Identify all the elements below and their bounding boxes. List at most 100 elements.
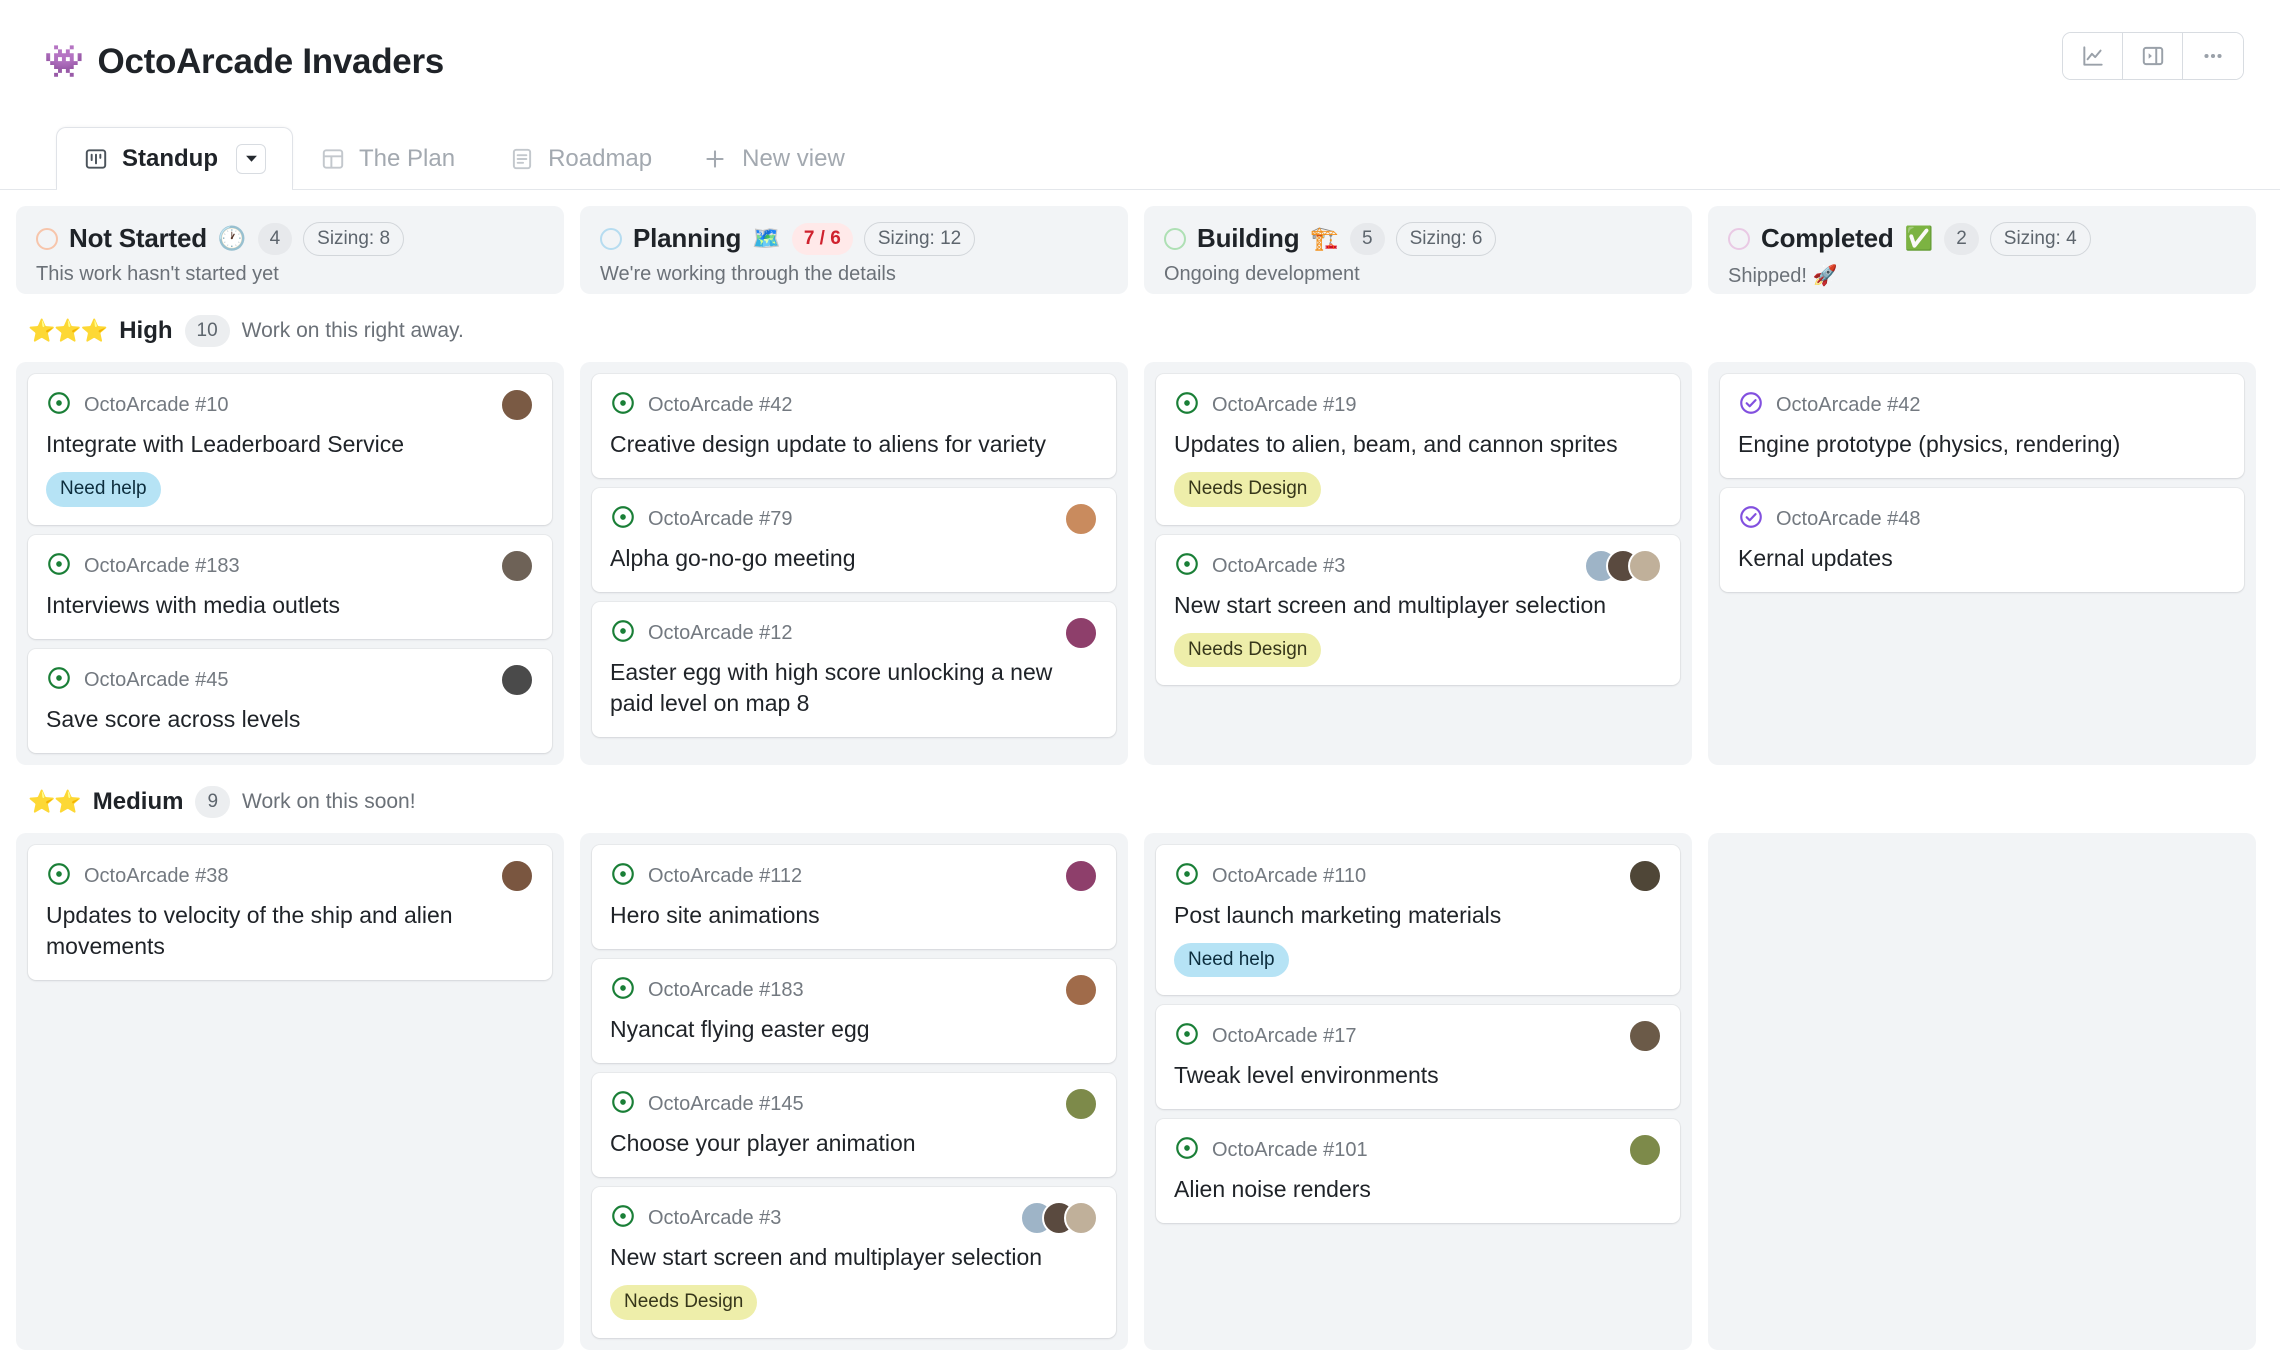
assignee-avatars[interactable] — [1064, 1087, 1098, 1121]
avatar[interactable] — [1064, 973, 1098, 1007]
issue-card[interactable]: OctoArcade #17Tweak level environments — [1156, 1005, 1680, 1109]
label-need-help[interactable]: Need help — [46, 472, 161, 507]
issue-reference: OctoArcade #17 — [1212, 1021, 1357, 1051]
issue-card[interactable]: OctoArcade #101Alien noise renders — [1156, 1119, 1680, 1223]
avatar[interactable] — [500, 859, 534, 893]
avatar[interactable] — [500, 549, 534, 583]
issue-reference: OctoArcade #45 — [84, 665, 229, 695]
column-header[interactable]: Building 🏗️ 5 Sizing: 6 Ongoing developm… — [1144, 206, 1692, 294]
label-needs-design[interactable]: Needs Design — [1174, 633, 1321, 668]
label-needs-design[interactable]: Needs Design — [1174, 472, 1321, 507]
issue-card[interactable]: OctoArcade #45Save score across levels — [28, 649, 552, 753]
line-chart-icon — [2080, 43, 2106, 69]
issue-card[interactable]: OctoArcade #19Updates to alien, beam, an… — [1156, 374, 1680, 525]
issue-card[interactable]: OctoArcade #48Kernal updates — [1720, 488, 2244, 592]
avatar[interactable] — [1628, 1133, 1662, 1167]
avatar[interactable] — [500, 663, 534, 697]
issue-reference: OctoArcade #110 — [1212, 861, 1366, 891]
issue-card[interactable]: OctoArcade #183Interviews with media out… — [28, 535, 552, 639]
column-header[interactable]: Planning 🗺️ 7 / 6 Sizing: 12 We're worki… — [580, 206, 1128, 294]
assignee-avatars[interactable] — [1064, 973, 1098, 1007]
issue-reference: OctoArcade #183 — [84, 551, 240, 581]
issue-reference: OctoArcade #12 — [648, 618, 793, 648]
column-sizing: Sizing: 6 — [1396, 222, 1497, 256]
issue-card[interactable]: OctoArcade #10Integrate with Leaderboard… — [28, 374, 552, 525]
assignee-avatars[interactable] — [1628, 1019, 1662, 1053]
column-sizing: Sizing: 4 — [1990, 222, 2091, 256]
avatar[interactable] — [1628, 859, 1662, 893]
column-description: Ongoing development — [1164, 263, 1672, 286]
column-description: We're working through the details — [600, 263, 1108, 286]
column-description: Shipped! 🚀 — [1728, 263, 2236, 288]
label-needs-design[interactable]: Needs Design — [610, 1285, 757, 1320]
label-need-help[interactable]: Need help — [1174, 943, 1289, 978]
swimlane-header-high[interactable]: ⭐⭐⭐High10Work on this right away. — [0, 294, 2280, 362]
assignee-avatars[interactable] — [500, 859, 534, 893]
swimlane-description: Work on this right away. — [242, 319, 464, 343]
plus-icon — [702, 146, 728, 172]
assignee-avatars[interactable] — [1584, 549, 1662, 583]
issue-card[interactable]: OctoArcade #110 Post launch marketing mat… — [1156, 845, 1680, 996]
assignee-avatars[interactable] — [500, 549, 534, 583]
issue-title: Post launch marketing materials — [1174, 900, 1662, 931]
issue-card[interactable]: OctoArcade #42Engine prototype (physics,… — [1720, 374, 2244, 478]
issue-open-icon — [610, 1089, 636, 1115]
column-header[interactable]: Completed ✅ 2 Sizing: 4 Shipped! 🚀 — [1708, 206, 2256, 294]
issue-reference: OctoArcade #112 — [648, 861, 802, 891]
insights-button[interactable] — [2063, 33, 2123, 79]
assignee-avatars[interactable] — [1064, 502, 1098, 536]
tab-the-plan[interactable]: The Plan — [293, 127, 482, 189]
tab-roadmap[interactable]: Roadmap — [482, 127, 679, 189]
issue-reference: OctoArcade #3 — [648, 1203, 781, 1233]
page-title: 👾 OctoArcade Invaders — [44, 44, 444, 79]
avatar[interactable] — [500, 388, 534, 422]
column-header[interactable]: Not Started 🕐 4 Sizing: 8 This work hasn… — [16, 206, 564, 294]
status-dot-icon — [1728, 228, 1750, 250]
assignee-avatars[interactable] — [500, 388, 534, 422]
issue-open-icon — [46, 551, 72, 577]
avatar[interactable] — [1064, 502, 1098, 536]
issue-card[interactable]: OctoArcade #38Updates to velocity of the… — [28, 845, 552, 980]
issue-card[interactable]: OctoArcade #3New start screen and multip… — [592, 1187, 1116, 1338]
tab-new-view[interactable]: New view — [679, 127, 872, 189]
issue-title: Updates to alien, beam, and cannon sprit… — [1174, 429, 1662, 460]
assignee-avatars[interactable] — [1020, 1201, 1098, 1235]
assignee-avatars[interactable] — [1064, 859, 1098, 893]
avatar[interactable] — [1064, 1201, 1098, 1235]
issue-title: Nyancat flying easter egg — [610, 1014, 1098, 1045]
column-planning: Planning 🗺️ 7 / 6 Sizing: 12 We're worki… — [580, 206, 1128, 294]
more-options-button[interactable] — [2183, 33, 2243, 79]
avatar[interactable] — [1628, 1019, 1662, 1053]
tab-standup-caret[interactable] — [236, 144, 266, 174]
column-name: Building — [1197, 223, 1299, 254]
priority-stars-icon: ⭐⭐ — [28, 791, 81, 813]
avatar[interactable] — [1628, 549, 1662, 583]
priority-stars-icon: ⭐⭐⭐ — [28, 320, 107, 342]
issue-card[interactable]: OctoArcade #183Nyancat flying easter egg — [592, 959, 1116, 1063]
issue-closed-icon — [1738, 390, 1764, 416]
swimlane-header-medium[interactable]: ⭐⭐Medium9Work on this soon! — [0, 765, 2280, 833]
issue-card[interactable]: OctoArcade #79Alpha go-no-go meeting — [592, 488, 1116, 592]
avatar[interactable] — [1064, 859, 1098, 893]
issue-title: Alpha go-no-go meeting — [610, 543, 1098, 574]
swimlane-row: OctoArcade #38Updates to velocity of the… — [0, 833, 2280, 1350]
swimlane-name: Medium — [93, 788, 184, 816]
assignee-avatars[interactable] — [500, 663, 534, 697]
issue-card[interactable]: OctoArcade #42Creative design update to … — [592, 374, 1116, 478]
swimlane-count: 10 — [185, 315, 230, 347]
issue-card[interactable]: OctoArcade #145Choose your player animat… — [592, 1073, 1116, 1177]
assignee-avatars[interactable] — [1064, 616, 1098, 650]
issue-card[interactable]: OctoArcade #112Hero site animations — [592, 845, 1116, 949]
issue-card[interactable]: OctoArcade #3New start screen and multip… — [1156, 535, 1680, 686]
issue-title: Engine prototype (physics, rendering) — [1738, 429, 2226, 460]
issue-card[interactable]: OctoArcade #12Easter egg with high score… — [592, 602, 1116, 737]
issue-title: Choose your player animation — [610, 1128, 1098, 1159]
assignee-avatars[interactable] — [1628, 859, 1662, 893]
column-not-started: Not Started 🕐 4 Sizing: 8 This work hasn… — [16, 206, 564, 294]
avatar[interactable] — [1064, 1087, 1098, 1121]
tab-roadmap-label: Roadmap — [548, 145, 652, 173]
avatar[interactable] — [1064, 616, 1098, 650]
tab-standup[interactable]: Standup — [56, 127, 293, 189]
assignee-avatars[interactable] — [1628, 1133, 1662, 1167]
side-panel-button[interactable] — [2123, 33, 2183, 79]
